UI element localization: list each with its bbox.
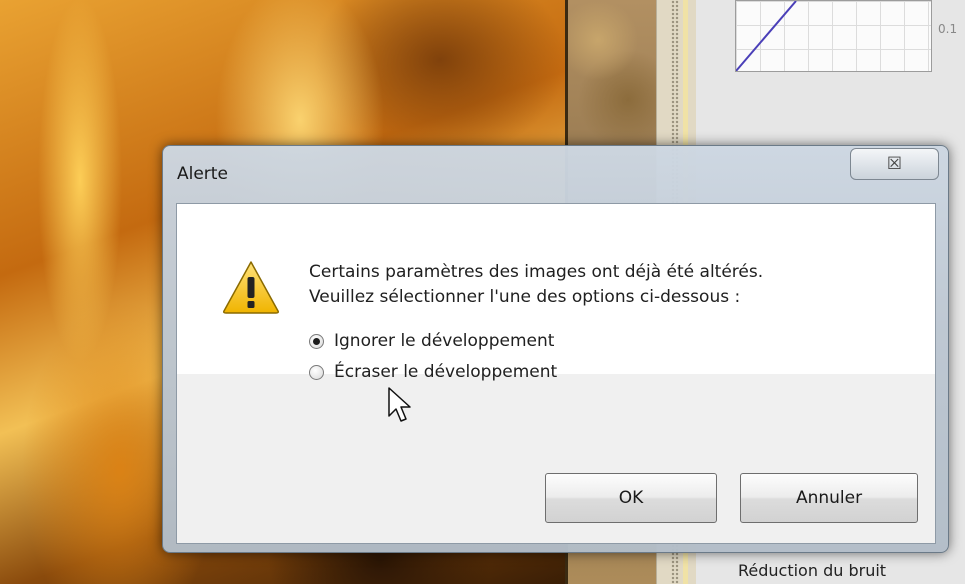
message-line-1: Certains paramètres des images ont déjà … xyxy=(309,262,764,282)
alert-dialog: Alerte ☒ Certains paramètres des images … xyxy=(162,145,949,553)
close-button[interactable]: ☒ xyxy=(850,148,939,180)
option-ignore-label[interactable]: Ignorer le développement xyxy=(334,331,554,351)
curve-line xyxy=(736,1,797,71)
option-overwrite-label[interactable]: Écraser le développement xyxy=(334,362,557,382)
tone-curve-graph[interactable] xyxy=(735,0,932,72)
close-icon: ☒ xyxy=(886,154,903,174)
ok-button[interactable]: OK xyxy=(545,473,717,523)
radio-overwrite[interactable] xyxy=(309,364,324,380)
graph-tick-label: 0.1 xyxy=(938,22,958,36)
cancel-button[interactable]: Annuler xyxy=(740,473,918,523)
dialog-title: Alerte xyxy=(177,164,228,184)
noise-reduction-label[interactable]: Réduction du bruit xyxy=(738,561,886,580)
message-line-2: Veuillez sélectionner l'une des options … xyxy=(309,287,741,307)
option-overwrite[interactable]: Écraser le développement xyxy=(309,362,557,382)
dialog-body: Certains paramètres des images ont déjà … xyxy=(176,203,936,544)
option-ignore[interactable]: Ignorer le développement xyxy=(309,331,554,351)
radio-ignore[interactable] xyxy=(309,333,324,349)
mouse-cursor-icon xyxy=(388,387,411,422)
alert-message: Certains paramètres des images ont déjà … xyxy=(309,260,763,310)
warning-icon xyxy=(223,261,279,314)
